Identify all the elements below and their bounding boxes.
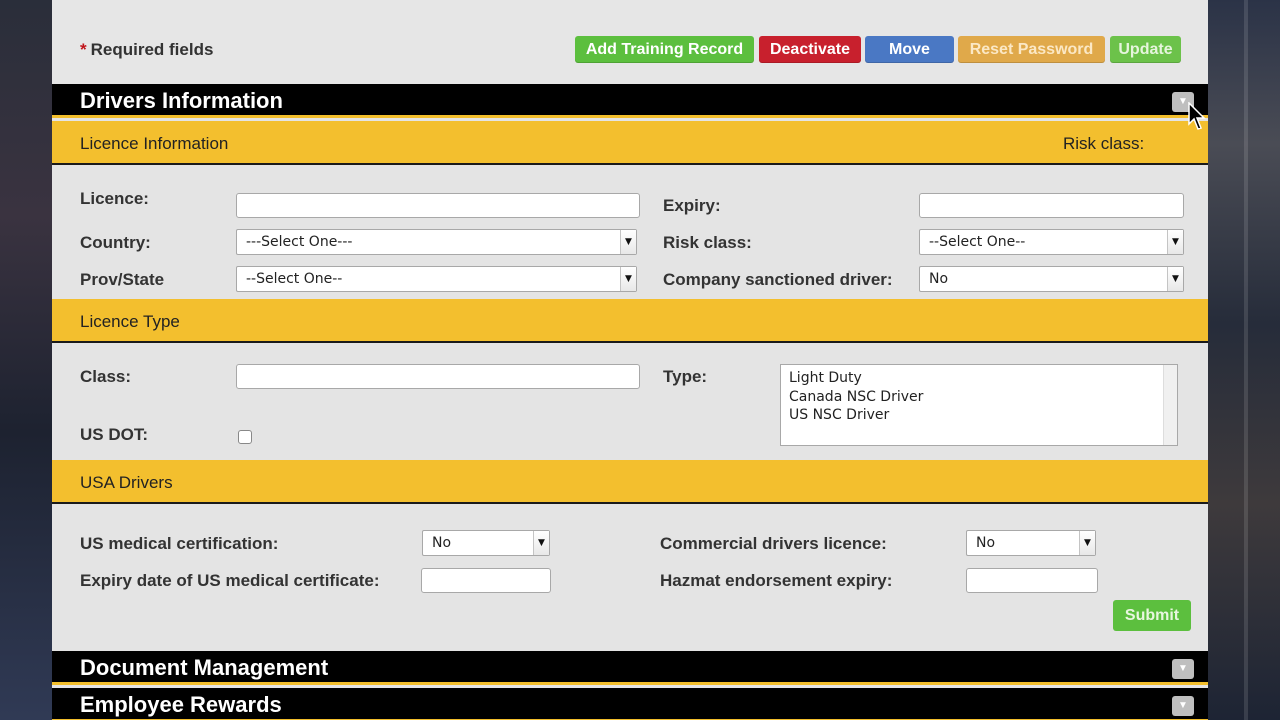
section-title: Document Management [80,655,329,680]
type-label: Type: [663,367,708,386]
commercial-drivers-licence-label: Commercial drivers licence: [660,534,887,553]
dropdown-arrow-icon: ▼ [533,531,549,555]
company-sanctioned-select[interactable]: No ▼ [919,266,1184,292]
us-medical-certification-label: US medical certification: [80,534,279,553]
drivers-information-header[interactable]: Drivers Information ▼ [52,84,1208,118]
licence-input[interactable] [236,193,640,218]
driver-profile-page: * Required fields Add Training Record Dea… [52,0,1208,720]
commercial-drivers-licence-value: No [976,535,996,551]
risk-class-select-value: --Select One-- [929,234,1026,250]
country-select[interactable]: ---Select One--- ▼ [236,229,637,255]
us-medical-certification-value: No [432,535,452,551]
section-title: Employee Rewards [80,692,282,717]
prov-state-select[interactable]: --Select One-- ▼ [236,266,637,292]
reset-password-button[interactable]: Reset Password [958,36,1105,63]
listbox-option[interactable]: US NSC Driver [789,406,1169,425]
us-medical-expiry-input[interactable] [421,568,551,593]
licence-type-bar: Licence Type [52,299,1208,343]
required-star: * [80,40,87,59]
dropdown-arrow-icon: ▼ [1167,267,1183,291]
listbox-scrollbar[interactable] [1163,365,1177,445]
hazmat-expiry-label: Hazmat endorsement expiry: [660,571,893,590]
licence-information-heading: Licence Information [80,134,229,153]
top-toolbar: * Required fields Add Training Record Dea… [52,0,1208,84]
hazmat-expiry-input[interactable] [966,568,1098,593]
dropdown-arrow-icon: ▼ [620,230,636,254]
mouse-cursor-icon [1188,102,1206,130]
class-input[interactable] [236,364,640,389]
required-text: Required fields [90,40,214,59]
add-training-record-button[interactable]: Add Training Record [575,36,754,63]
licence-information-bar: Licence Information Risk class: [52,121,1208,165]
listbox-option[interactable]: Canada NSC Driver [789,388,1169,407]
update-button[interactable]: Update [1110,36,1181,63]
expiry-label: Expiry: [663,196,721,215]
country-label: Country: [80,233,151,252]
risk-class-label: Risk class: [663,233,752,252]
prov-state-select-value: --Select One-- [246,271,343,287]
chevron-down-icon[interactable]: ▼ [1172,696,1194,716]
background-right [1208,0,1280,720]
class-label: Class: [80,367,132,386]
us-dot-label: US DOT: [80,425,148,444]
dropdown-arrow-icon: ▼ [620,267,636,291]
commercial-drivers-licence-select[interactable]: No ▼ [966,530,1096,556]
move-button[interactable]: Move [865,36,954,63]
background-left [0,0,52,720]
employee-rewards-header[interactable]: Employee Rewards ▼ [52,688,1208,720]
document-management-header[interactable]: Document Management ▼ [52,651,1208,685]
usa-drivers-bar: USA Drivers [52,460,1208,504]
dropdown-arrow-icon: ▼ [1079,531,1095,555]
licence-type-listbox[interactable]: Light Duty Canada NSC Driver US NSC Driv… [780,364,1178,446]
company-sanctioned-select-value: No [929,271,949,287]
us-dot-checkbox[interactable] [238,430,252,444]
us-medical-certification-select[interactable]: No ▼ [422,530,550,556]
company-sanctioned-label: Company sanctioned driver: [663,270,893,289]
country-select-value: ---Select One--- [246,234,353,250]
chevron-down-icon[interactable]: ▼ [1172,659,1194,679]
licence-label: Licence: [80,189,149,208]
submit-button[interactable]: Submit [1113,600,1191,631]
risk-class-heading: Risk class: [1063,134,1145,153]
dropdown-arrow-icon: ▼ [1167,230,1183,254]
usa-drivers-heading: USA Drivers [80,473,173,492]
expiry-input[interactable] [919,193,1184,218]
risk-class-select[interactable]: --Select One-- ▼ [919,229,1184,255]
listbox-option[interactable]: Light Duty [789,369,1169,388]
required-fields-note: * Required fields [80,40,213,60]
section-title: Drivers Information [80,88,283,113]
deactivate-button[interactable]: Deactivate [759,36,861,63]
licence-type-heading: Licence Type [80,312,180,331]
us-medical-expiry-label: Expiry date of US medical certificate: [80,571,380,590]
prov-state-label: Prov/State [80,270,165,289]
